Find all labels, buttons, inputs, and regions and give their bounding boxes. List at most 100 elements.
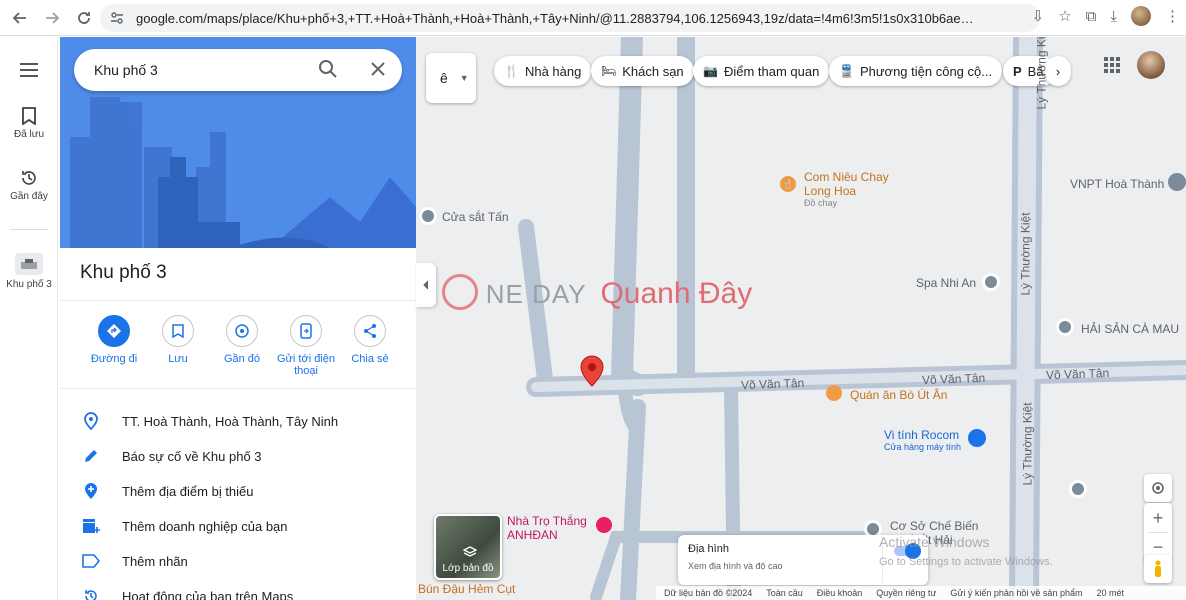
poi-hai-san-icon[interactable] xyxy=(1056,318,1074,336)
chip-restaurant-label: Nhà hàng xyxy=(524,63,582,79)
close-icon[interactable] xyxy=(368,59,388,79)
rail-recent-label: Gần đây xyxy=(10,191,48,202)
address-row[interactable]: TT. Hoà Thành, Hoà Thành, Tây Ninh xyxy=(80,407,400,435)
directions-label: Đường đi xyxy=(90,353,138,365)
collapse-panel-button[interactable] xyxy=(416,263,436,307)
terrain-subtitle: Xem địa hình và độ cao xyxy=(688,561,783,571)
poi-quan-an[interactable]: Quán ăn Bò Út Ân xyxy=(850,388,947,402)
watermark-logo: NE DAY Quanh Đây xyxy=(442,273,752,314)
maps-activity-row[interactable]: Hoạt động của bạn trên Maps xyxy=(80,582,400,600)
street-view-pegman[interactable] xyxy=(1144,555,1172,583)
zoom-in-button[interactable]: + xyxy=(1153,504,1164,532)
account-avatar[interactable] xyxy=(1137,51,1165,79)
road-label-vo-van-tan: Võ Văn Tân xyxy=(1045,365,1110,383)
download-icon[interactable]: ⤓ xyxy=(1110,8,1117,25)
road-label-ly-thuong-kiet: Lý Thường Kiệt xyxy=(1020,402,1035,486)
chip-restaurant[interactable]: 🍴 Nhà hàng xyxy=(494,56,592,86)
send-to-phone-label: Gửi tới điện thoại xyxy=(277,353,335,377)
search-input[interactable]: Khu phố 3 xyxy=(94,62,158,78)
chevron-right-icon: › xyxy=(1055,63,1061,79)
nearby-button[interactable]: Gần đó xyxy=(210,315,274,377)
poi-vi-tinh-icon[interactable] xyxy=(968,429,986,447)
chevron-down-icon: ▼ xyxy=(459,73,469,83)
send-to-phone-button[interactable]: Gửi tới điện thoại xyxy=(274,315,338,377)
my-location-button[interactable] xyxy=(1144,474,1172,502)
forward-icon[interactable] xyxy=(40,6,64,30)
apps-grid-icon[interactable] xyxy=(1104,57,1120,73)
url-text[interactable]: google.com/maps/place/Khu+phố+3,+TT.+Hoà… xyxy=(136,11,976,26)
restaurant-icon: 🍴 xyxy=(504,64,519,78)
layers-button[interactable]: Lớp bản đồ xyxy=(434,514,502,580)
poi-cua-sat[interactable]: Cửa sắt Tấn xyxy=(442,210,509,224)
address-text: TT. Hoà Thành, Hoà Thành, Tây Ninh xyxy=(122,413,339,429)
poi-nha-tro-icon[interactable] xyxy=(596,517,612,533)
share-button[interactable]: Chia sẻ xyxy=(338,315,402,377)
rail-place[interactable]: Khu phố 3 xyxy=(0,253,58,290)
chips-scroll-right[interactable]: › xyxy=(1045,56,1071,86)
chip-attractions[interactable]: 📷 Điểm tham quan xyxy=(693,56,830,86)
layers-icon xyxy=(463,546,477,557)
hamburger-menu-icon[interactable] xyxy=(0,63,58,80)
layers-label: Lớp bản đồ xyxy=(442,563,494,574)
rail-saved[interactable]: Đã lưu xyxy=(0,107,58,140)
poi-hai-san[interactable]: HẢI SẢN CÀ MAU xyxy=(1081,322,1179,336)
poi-spa[interactable]: Spa Nhi An xyxy=(916,276,976,290)
map-canvas[interactable]: ê ▼ 🍴 Nhà hàng 🛏 Khách sạn 📷 Điểm tham quan… xyxy=(416,37,1186,600)
directions-button[interactable]: Đường đi xyxy=(82,315,146,377)
chip-transit[interactable]: 🚆 Phương tiện công cộ... xyxy=(829,56,1003,86)
poi-com-nieu[interactable]: 🍴 Com Niêu Chay Long Hoa Đồ chay xyxy=(780,170,889,208)
chip-hotel[interactable]: 🛏 Khách sạn xyxy=(591,56,694,86)
poi-spa-icon[interactable] xyxy=(982,273,1000,291)
chip-transit-label: Phương tiện công cộ... xyxy=(859,63,993,79)
poi-quan-an-icon[interactable] xyxy=(826,385,842,401)
reload-icon[interactable] xyxy=(72,6,96,30)
rail-recent[interactable]: Gần đây xyxy=(0,169,58,202)
save-button[interactable]: Lưu xyxy=(146,315,210,377)
poi-cua-sat-icon[interactable] xyxy=(419,207,437,225)
add-location-icon xyxy=(85,483,97,499)
poi-vi-tinh[interactable]: Vi tính Rocom Cửa hàng máy tính xyxy=(884,428,961,452)
poi-vnpt-icon[interactable] xyxy=(1168,173,1186,191)
report-row[interactable]: Báo sự cố về Khu phố 3 xyxy=(80,442,400,470)
share-label: Chia sẻ xyxy=(351,353,389,365)
hotel-icon: 🛏 xyxy=(601,64,617,78)
poi-bun-dau[interactable]: Bún Đậu Hẻm Cụt xyxy=(418,582,515,596)
poi-com-nieu-category: Đồ chay xyxy=(804,198,838,208)
menu-kebab-icon[interactable]: ⋮ xyxy=(1165,7,1180,25)
footer-feedback[interactable]: Gửi ý kiến phản hồi về sản phẩm xyxy=(950,588,1082,598)
poi-school-icon[interactable] xyxy=(1069,480,1087,498)
footer-terms[interactable]: Điều khoản xyxy=(817,588,863,598)
selected-place-pin-icon[interactable] xyxy=(580,355,604,387)
place-panel: Khu phố 3 Khu phố 3 Đường đi Lưu Gần đó … xyxy=(60,37,416,600)
poi-cua-sat-label: Cửa sắt Tấn xyxy=(442,210,509,224)
poi-vnpt-label: VNPT Hoà Thành xyxy=(1070,177,1165,191)
report-text: Báo sự cố về Khu phố 3 xyxy=(122,448,262,464)
search-icon[interactable] xyxy=(318,59,338,79)
footer-scale[interactable]: 20 mét xyxy=(1096,588,1124,598)
bookmark-star-icon[interactable]: ☆ xyxy=(1058,7,1071,25)
add-label-row[interactable]: Thêm nhãn xyxy=(80,547,400,575)
back-icon[interactable] xyxy=(8,6,32,30)
add-place-row[interactable]: Thêm địa điểm bị thiếu xyxy=(80,477,400,505)
chevron-left-icon xyxy=(423,280,429,290)
label-icon xyxy=(82,554,100,568)
poi-nha-tro[interactable]: Nhà Trọ Thắng ANHĐAN xyxy=(507,514,587,542)
search-box[interactable]: Khu phố 3 xyxy=(74,49,402,91)
footer-global[interactable]: Toàn cầu xyxy=(766,588,803,598)
add-business-icon xyxy=(83,519,100,533)
address-bar[interactable]: google.com/maps/place/Khu+phố+3,+TT.+Hoà… xyxy=(100,4,1040,32)
add-business-row[interactable]: Thêm doanh nghiệp của bạn xyxy=(80,512,400,540)
poi-com-nieu-label: Com Niêu Chay xyxy=(804,170,889,184)
poi-vnpt[interactable]: VNPT Hoà Thành xyxy=(1070,177,1164,191)
save-label: Lưu xyxy=(168,353,188,365)
site-info-icon[interactable] xyxy=(110,11,124,25)
language-toggle[interactable]: ê ▼ xyxy=(426,53,476,103)
poi-co-so-label: Cơ Sở Chế Biến xyxy=(890,519,979,533)
install-app-icon[interactable]: ⇩ xyxy=(1032,7,1045,25)
poi-nha-tro-label: Nhà Trọ Thắng xyxy=(507,514,587,528)
extensions-icon[interactable]: ⧉ xyxy=(1086,8,1097,25)
footer-privacy[interactable]: Quyền riêng tư xyxy=(876,588,936,598)
rail-saved-label: Đã lưu xyxy=(13,129,45,140)
road-label-ly-thuong-kiet: Lý Thường Kiệt xyxy=(1018,212,1033,296)
profile-avatar[interactable] xyxy=(1131,6,1151,26)
